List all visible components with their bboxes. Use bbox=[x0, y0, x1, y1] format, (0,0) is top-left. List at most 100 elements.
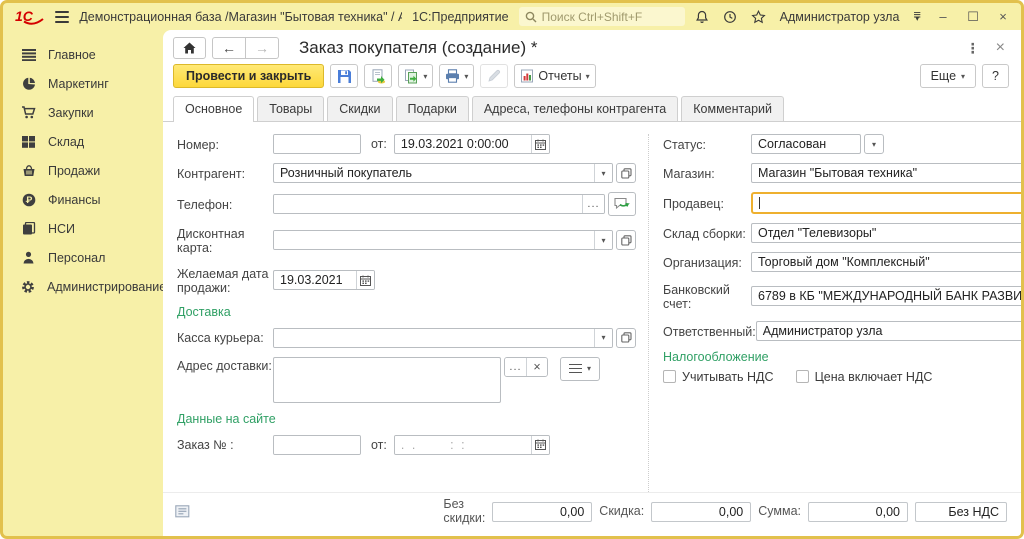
save-button[interactable] bbox=[330, 64, 358, 88]
sidebar-item-warehouse[interactable]: Склад bbox=[3, 127, 163, 156]
close-document-icon[interactable]: × bbox=[996, 39, 1005, 57]
maximize-button[interactable]: ☐ bbox=[965, 9, 981, 25]
create-based-on-button[interactable]: ▾ bbox=[398, 64, 433, 88]
dropdown-caret-icon[interactable]: ▾ bbox=[594, 164, 612, 182]
reports-button[interactable]: Отчеты ▾ bbox=[514, 64, 595, 88]
vat-included-checkbox[interactable]: Цена включает НДС bbox=[796, 370, 933, 384]
service-menu-icon[interactable]: ≡▾ bbox=[913, 13, 921, 21]
number-input[interactable] bbox=[273, 134, 361, 154]
history-nav: ← → bbox=[212, 37, 279, 59]
date-input[interactable]: 19.03.2021 0:00:00 bbox=[394, 134, 550, 154]
open-link-icon[interactable] bbox=[616, 163, 636, 183]
courier-cash-input-field[interactable] bbox=[274, 329, 594, 347]
organization-value: Торговый дом "Комплексный" bbox=[752, 253, 1021, 271]
delivery-section-title: Доставка bbox=[177, 305, 636, 319]
organization-input[interactable]: Торговый дом "Комплексный" ▾ bbox=[751, 252, 1021, 272]
seller-input-focused[interactable] bbox=[751, 192, 1021, 214]
sum-value[interactable]: 0,00 bbox=[808, 502, 908, 522]
clear-icon[interactable]: × bbox=[526, 358, 547, 376]
kebab-menu-icon[interactable]: ⋮ bbox=[966, 40, 980, 57]
sidebar-item-finance[interactable]: P Финансы bbox=[3, 185, 163, 214]
dropdown-caret-icon[interactable]: ▾ bbox=[594, 231, 612, 249]
counterparty-input[interactable]: Розничный покупатель ▾ bbox=[273, 163, 613, 183]
form-right-column: Статус: Согласован ▾ Магазин: Магазин "Б… bbox=[649, 134, 1021, 492]
open-link-icon[interactable] bbox=[616, 230, 636, 250]
favorites-star-icon[interactable] bbox=[751, 10, 766, 24]
help-button[interactable]: ? bbox=[982, 64, 1009, 88]
site-order-date-input[interactable] bbox=[394, 435, 550, 455]
sidebar-item-nsi[interactable]: НСИ bbox=[3, 214, 163, 243]
site-order-input[interactable] bbox=[273, 435, 361, 455]
post-document-button[interactable] bbox=[364, 64, 392, 88]
desired-date-input[interactable]: 19.03.2021 bbox=[273, 270, 375, 290]
vat-mode-value[interactable]: Без НДС bbox=[915, 502, 1007, 522]
home-button[interactable] bbox=[173, 37, 206, 59]
edit-button[interactable] bbox=[480, 64, 508, 88]
tab-main[interactable]: Основное bbox=[173, 96, 254, 122]
post-document-icon bbox=[371, 69, 386, 84]
discount-card-input-field[interactable] bbox=[274, 231, 594, 249]
store-input[interactable]: Магазин "Бытовая техника" ▾ bbox=[751, 163, 1021, 183]
tab-gifts[interactable]: Подарки bbox=[396, 96, 469, 121]
assembly-warehouse-row: Склад сборки: Отдел "Телевизоры" ▾ bbox=[663, 223, 1021, 243]
phone-input-field[interactable] bbox=[274, 195, 582, 213]
choose-icon[interactable]: ... bbox=[582, 195, 604, 213]
minimize-button[interactable]: – bbox=[935, 9, 951, 24]
search-icon bbox=[525, 11, 537, 23]
tab-discounts[interactable]: Скидки bbox=[327, 96, 392, 121]
close-window-button[interactable]: × bbox=[995, 9, 1011, 24]
calendar-icon[interactable] bbox=[531, 436, 549, 454]
sidebar-item-sales[interactable]: Продажи bbox=[3, 156, 163, 185]
sidebar-item-purchases[interactable]: Закупки bbox=[3, 98, 163, 127]
global-search[interactable] bbox=[519, 7, 685, 26]
tab-comment[interactable]: Комментарий bbox=[681, 96, 784, 121]
status-input[interactable]: Согласован bbox=[751, 134, 861, 154]
discount-value[interactable]: 0,00 bbox=[651, 502, 751, 522]
responsible-input[interactable]: Администратор узла ▾ bbox=[756, 321, 1021, 341]
more-button[interactable]: Еще ▾ bbox=[920, 64, 976, 88]
search-input[interactable] bbox=[542, 10, 679, 24]
vat-checkbox[interactable]: Учитывать НДС bbox=[663, 370, 774, 384]
status-dropdown-icon[interactable]: ▾ bbox=[864, 134, 884, 154]
notifications-bell-icon[interactable] bbox=[695, 10, 709, 24]
forward-button[interactable]: → bbox=[246, 37, 279, 59]
history-icon[interactable] bbox=[723, 10, 737, 24]
back-button[interactable]: ← bbox=[212, 37, 246, 59]
post-and-close-button[interactable]: Провести и закрыть bbox=[173, 64, 324, 88]
checkbox-icon[interactable] bbox=[663, 370, 676, 383]
dropdown-caret-icon[interactable]: ▾ bbox=[594, 329, 612, 347]
assembly-warehouse-input[interactable]: Отдел "Телевизоры" ▾ bbox=[751, 223, 1021, 243]
phone-input[interactable]: ... bbox=[273, 194, 605, 214]
site-order-input-field[interactable] bbox=[274, 436, 360, 454]
no-discount-value[interactable]: 0,00 bbox=[492, 502, 592, 522]
more-button-label: Еще bbox=[931, 69, 956, 83]
sidebar-item-marketing[interactable]: Маркетинг bbox=[3, 69, 163, 98]
tab-goods[interactable]: Товары bbox=[257, 96, 324, 121]
tab-addresses[interactable]: Адреса, телефоны контрагента bbox=[472, 96, 678, 121]
open-link-icon[interactable] bbox=[616, 328, 636, 348]
site-order-date-field[interactable] bbox=[395, 436, 531, 454]
main-menu-icon[interactable] bbox=[55, 11, 69, 23]
calendar-icon[interactable] bbox=[531, 135, 549, 153]
sidebar-item-main[interactable]: Главное bbox=[3, 40, 163, 69]
courier-cash-input[interactable]: ▾ bbox=[273, 328, 613, 348]
discount-card-input[interactable]: ▾ bbox=[273, 230, 613, 250]
current-user[interactable]: Администратор узла bbox=[780, 10, 900, 24]
send-sms-button[interactable] bbox=[608, 192, 636, 216]
calendar-icon[interactable] bbox=[356, 271, 374, 289]
checkbox-icon[interactable] bbox=[796, 370, 809, 383]
choose-icon[interactable]: ... bbox=[505, 358, 526, 376]
comment-icon[interactable] bbox=[175, 505, 190, 518]
number-input-field[interactable] bbox=[274, 135, 360, 153]
address-menu-button[interactable]: ▾ bbox=[560, 357, 600, 381]
sidebar-item-label: Администрирование bbox=[47, 280, 166, 294]
delivery-address-textarea[interactable] bbox=[273, 357, 501, 403]
form-area: Номер: от: 19.03.2021 0:00:00 Контрагент… bbox=[163, 122, 1021, 492]
bank-account-input[interactable]: 6789 в КБ "МЕЖДУНАРОДНЫЙ БАНК РАЗВИТИЯ ▾ bbox=[751, 286, 1021, 306]
bank-account-row: Банковский счет: 6789 в КБ "МЕЖДУНАРОДНЫ… bbox=[663, 281, 1021, 312]
print-button[interactable]: ▾ bbox=[439, 64, 474, 88]
date-value: 19.03.2021 0:00:00 bbox=[395, 135, 531, 153]
sidebar-item-administration[interactable]: Администрирование bbox=[3, 272, 163, 301]
form-left-column: Номер: от: 19.03.2021 0:00:00 Контрагент… bbox=[177, 134, 649, 492]
sidebar-item-personnel[interactable]: Персонал bbox=[3, 243, 163, 272]
